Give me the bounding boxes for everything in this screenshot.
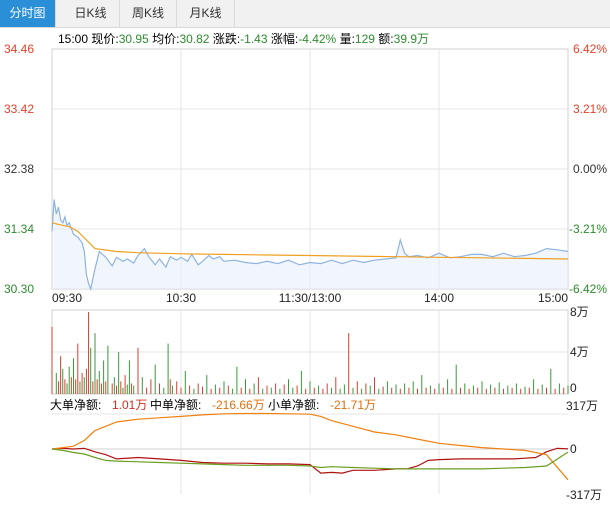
- price-y-right-tick-2: 0.00%: [573, 162, 607, 176]
- flow-mid-value: -216.66万: [212, 398, 265, 412]
- price-y-left-tick-3: 31.34: [4, 222, 34, 236]
- price-y-right-tick-3: -3.21%: [569, 222, 607, 236]
- flow-big-label: 大单净额:: [50, 398, 101, 412]
- tab-bar: 分时图 日K线 周K线 月K线: [0, 0, 610, 28]
- volume-y-tick-2: 0: [570, 381, 577, 395]
- flow-big-value: 1.01万: [112, 398, 147, 412]
- price-x-tick-2: 11:30/13:00: [279, 291, 342, 305]
- flow-y-tick-1: 0: [570, 442, 577, 456]
- intraday-chart: 34.46 33.42 32.38 31.34 30.30 6.42% 3.21% 0.00%…: [4, 42, 607, 502]
- price-x-tick-4: 15:00: [538, 291, 568, 305]
- price-x-tick-0: 09:30: [52, 291, 82, 305]
- price-x-tick-3: 14:00: [424, 291, 454, 305]
- tab-daily-k[interactable]: 日K线: [62, 0, 120, 27]
- price-y-right-tick-4: -6.42%: [569, 282, 607, 296]
- tab-weekly-k[interactable]: 周K线: [120, 0, 177, 27]
- price-x-tick-1: 10:30: [166, 291, 196, 305]
- volume-y-tick-1: 4万: [570, 345, 589, 359]
- flow-y-tick-2: -317万: [566, 488, 602, 502]
- tab-intraday[interactable]: 分时图: [0, 0, 56, 27]
- price-y-left-tick-2: 32.38: [4, 162, 34, 176]
- tab-monthly-k[interactable]: 月K线: [177, 0, 235, 27]
- price-y-left-tick-4: 30.30: [4, 282, 34, 296]
- volume-y-tick-0: 8万: [570, 305, 589, 319]
- flow-mid-label: 中单净额:: [150, 397, 201, 412]
- price-y-left-tick-0: 34.46: [4, 42, 34, 56]
- flow-small-label: 小单净额:: [268, 398, 319, 412]
- price-y-right-tick-1: 3.21%: [573, 102, 607, 116]
- price-y-left-tick-1: 33.42: [4, 102, 34, 116]
- price-y-right-tick-0: 6.42%: [573, 42, 607, 56]
- flow-y-tick-0: 317万: [566, 399, 598, 413]
- flow-small-value: -21.71万: [330, 398, 376, 412]
